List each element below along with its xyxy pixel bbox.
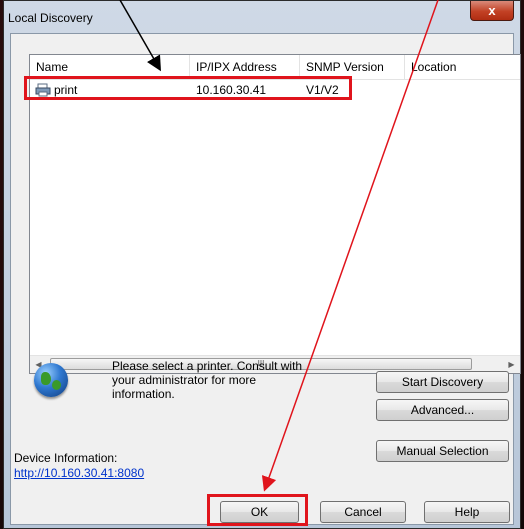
red-arrow-to-ok <box>261 0 439 492</box>
annotation-arrows <box>119 0 439 492</box>
black-arrow-to-row <box>119 0 161 72</box>
